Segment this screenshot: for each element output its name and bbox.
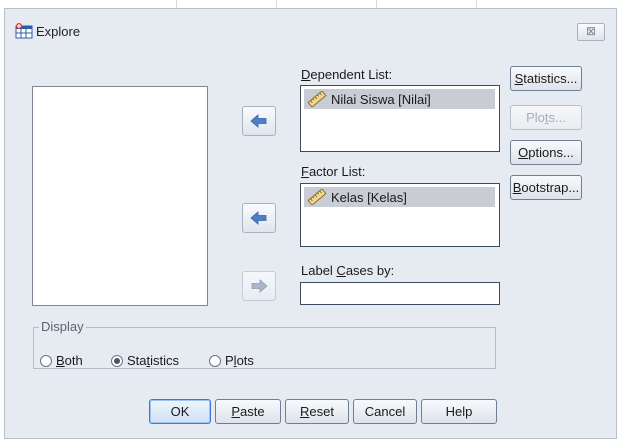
move-to-label-cases-button[interactable] [242, 271, 276, 301]
arrow-right-icon [251, 279, 268, 293]
display-statistics-radio[interactable]: Statistics [111, 353, 179, 368]
help-button[interactable]: Help [421, 399, 497, 424]
options-button[interactable]: Options... [510, 140, 582, 165]
table-explore-icon [15, 23, 33, 39]
dependent-list[interactable]: Nilai Siswa [Nilai] [300, 85, 500, 152]
strip-divider [176, 0, 177, 8]
move-to-dependent-button[interactable] [242, 106, 276, 136]
radio-circle-checked[interactable] [111, 354, 123, 367]
cancel-button[interactable]: Cancel [353, 399, 417, 424]
ok-button[interactable]: OK [149, 399, 211, 424]
move-to-factor-button[interactable] [242, 203, 276, 233]
strip-divider [476, 0, 477, 8]
close-icon: ⊠ [585, 24, 597, 38]
strip-divider [276, 0, 277, 8]
dependent-list-label: Dependent List: [301, 67, 393, 82]
reset-button[interactable]: Reset [285, 399, 349, 424]
background-window-strip [0, 0, 621, 8]
explore-dialog: Explore ⊠ Dependent List: Nilai Siswa [N… [4, 8, 617, 439]
display-group [33, 327, 496, 369]
title-bar[interactable]: Explore ⊠ [5, 9, 616, 49]
close-button[interactable]: ⊠ [577, 23, 605, 41]
arrow-left-icon [250, 114, 267, 128]
strip-divider [376, 0, 377, 8]
source-variable-list[interactable] [32, 86, 208, 306]
dialog-title: Explore [36, 24, 81, 39]
display-group-legend: Display [39, 319, 86, 334]
factor-list-label: Factor List: [301, 164, 366, 179]
label-cases-field[interactable] [300, 282, 500, 305]
list-item[interactable]: Nilai Siswa [Nilai] [304, 89, 495, 109]
display-both-radio[interactable]: Both [40, 353, 83, 368]
factor-variable-name: Kelas [Kelas] [331, 189, 407, 205]
plots-button[interactable]: Plots... [510, 105, 582, 130]
display-plots-radio[interactable]: Plots [209, 353, 254, 368]
statistics-button[interactable]: Statistics... [510, 66, 582, 91]
radio-label: Statistics [127, 353, 180, 368]
list-item[interactable]: Kelas [Kelas] [304, 187, 495, 207]
ruler-scale-icon [307, 189, 327, 205]
radio-label: Plots [225, 353, 254, 368]
radio-circle[interactable] [40, 354, 52, 367]
arrow-left-icon [250, 211, 267, 225]
label-cases-label: Label Cases by: [301, 263, 395, 278]
bootstrap-button[interactable]: Bootstrap... [510, 175, 582, 200]
dependent-variable-name: Nilai Siswa [Nilai] [331, 91, 431, 107]
radio-circle[interactable] [209, 354, 221, 367]
paste-button[interactable]: Paste [215, 399, 281, 424]
factor-list[interactable]: Kelas [Kelas] [300, 183, 500, 247]
ruler-scale-icon [307, 91, 327, 107]
radio-label: Both [56, 353, 83, 368]
